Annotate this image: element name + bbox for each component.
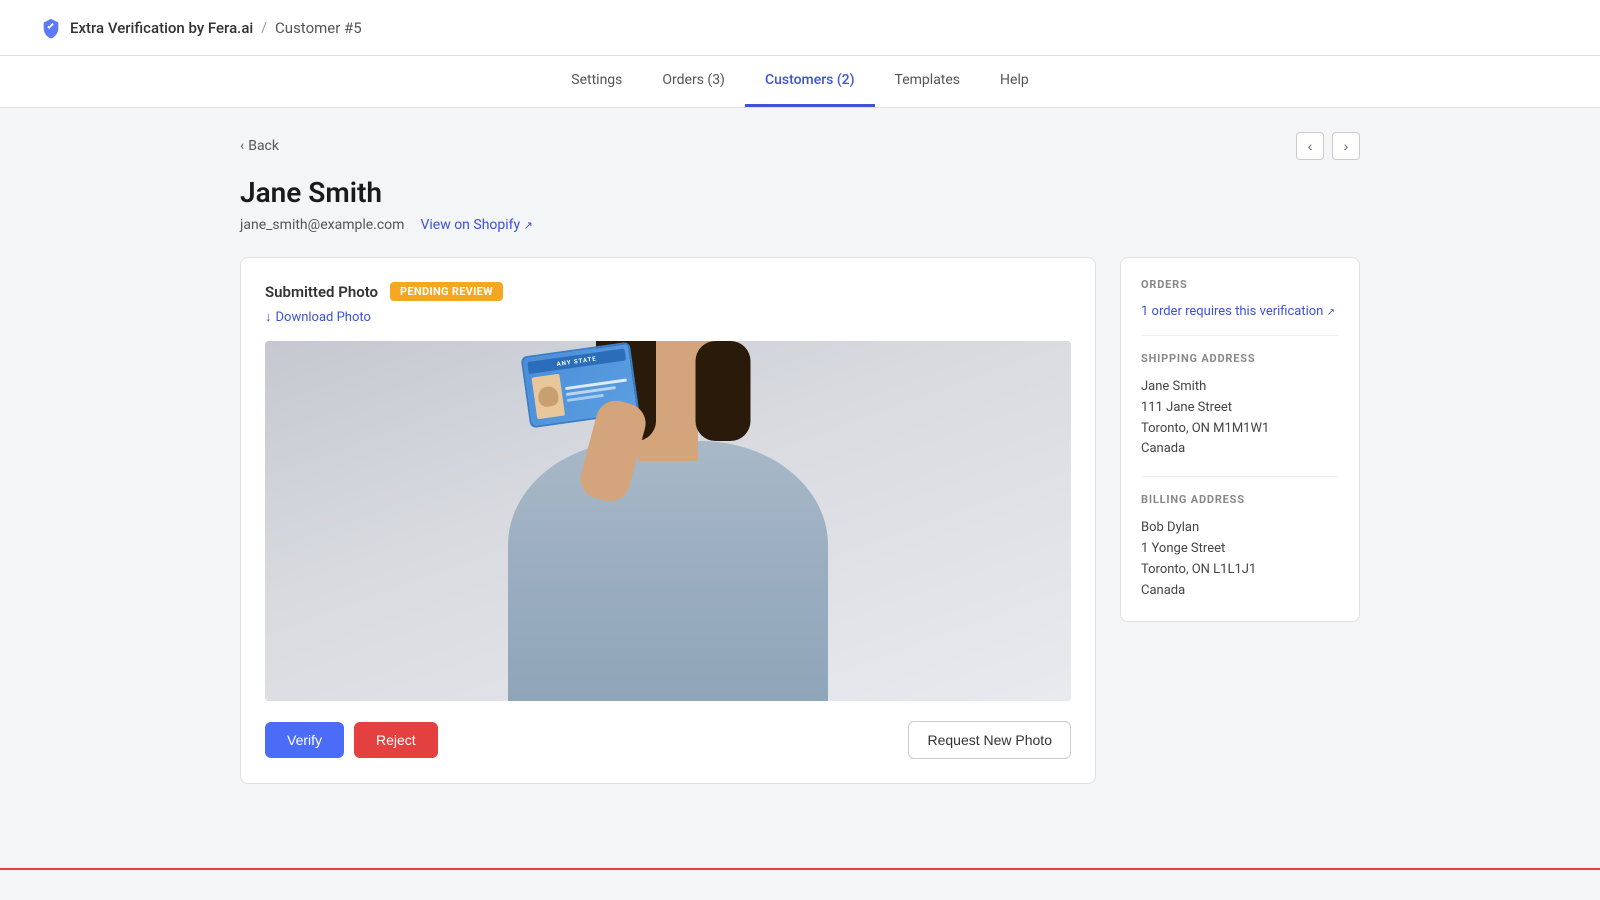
shipping-address: Jane Smith 111 Jane Street Toronto, ON M… bbox=[1141, 377, 1339, 460]
photo-image: ANY STATE bbox=[265, 341, 1071, 701]
external-link-icon: ↗ bbox=[1327, 307, 1335, 318]
view-shopify-link[interactable]: View on Shopify ↗ bbox=[420, 217, 532, 233]
back-label: Back bbox=[248, 138, 279, 154]
shipping-section-title: SHIPPING ADDRESS bbox=[1141, 352, 1339, 365]
brand: Extra Verification by Fera.ai bbox=[40, 17, 253, 39]
shipping-country: Canada bbox=[1141, 439, 1339, 460]
back-nav: ‹ Back ‹ › bbox=[240, 132, 1360, 160]
billing-street: 1 Yonge Street bbox=[1141, 539, 1339, 560]
divider-2 bbox=[1141, 476, 1339, 477]
nav-arrows: ‹ › bbox=[1296, 132, 1360, 160]
footer-bar bbox=[0, 868, 1600, 870]
download-photo-link[interactable]: ↓ Download Photo bbox=[265, 309, 371, 325]
orders-link[interactable]: 1 order requires this verification ↗ bbox=[1141, 304, 1335, 319]
divider-1 bbox=[1141, 335, 1339, 336]
reject-button[interactable]: Reject bbox=[354, 722, 438, 758]
header-customer: Customer #5 bbox=[275, 19, 362, 37]
billing-city-state: Toronto, ON L1L1J1 bbox=[1141, 560, 1339, 581]
billing-name: Bob Dylan bbox=[1141, 518, 1339, 539]
request-new-photo-button[interactable]: Request New Photo bbox=[908, 721, 1071, 759]
photo-header: Submitted Photo Pending Review bbox=[265, 282, 1071, 301]
header: Extra Verification by Fera.ai / Customer… bbox=[0, 0, 1600, 56]
page-title: Jane Smith bbox=[240, 176, 1360, 209]
action-buttons-left: Verify Reject bbox=[265, 722, 438, 758]
billing-section-title: BILLING ADDRESS bbox=[1141, 493, 1339, 506]
content-layout: Submitted Photo Pending Review ↓ Downloa… bbox=[240, 257, 1360, 784]
external-link-icon: ↗ bbox=[524, 219, 533, 232]
photo-title: Submitted Photo bbox=[265, 283, 378, 301]
header-separator: / bbox=[261, 20, 267, 36]
photo-actions: Verify Reject Request New Photo bbox=[265, 721, 1071, 759]
nav-templates[interactable]: Templates bbox=[875, 56, 981, 107]
chevron-left-icon: ‹ bbox=[240, 138, 244, 154]
shipping-city-state: Toronto, ON M1M1W1 bbox=[1141, 419, 1339, 440]
nav-orders[interactable]: Orders (3) bbox=[642, 56, 745, 107]
billing-country: Canada bbox=[1141, 581, 1339, 602]
sidebar: ORDERS 1 order requires this verificatio… bbox=[1120, 257, 1360, 622]
nav-customers[interactable]: Customers (2) bbox=[745, 56, 875, 107]
download-icon: ↓ bbox=[265, 309, 272, 325]
shipping-street: 111 Jane Street bbox=[1141, 398, 1339, 419]
verify-button[interactable]: Verify bbox=[265, 722, 344, 758]
nav-help[interactable]: Help bbox=[980, 56, 1049, 107]
customer-meta: jane_smith@example.com View on Shopify ↗ bbox=[240, 217, 1360, 233]
brand-name: Extra Verification by Fera.ai bbox=[70, 19, 253, 37]
shield-icon bbox=[40, 17, 62, 39]
photo-card: Submitted Photo Pending Review ↓ Downloa… bbox=[240, 257, 1096, 784]
billing-address: Bob Dylan 1 Yonge Street Toronto, ON L1L… bbox=[1141, 518, 1339, 601]
main-content: ‹ Back ‹ › Jane Smith jane_smith@example… bbox=[200, 108, 1400, 808]
next-arrow-button[interactable]: › bbox=[1332, 132, 1360, 160]
main-nav: Settings Orders (3) Customers (2) Templa… bbox=[0, 56, 1600, 108]
sidebar-card: ORDERS 1 order requires this verificatio… bbox=[1120, 257, 1360, 622]
orders-section-title: ORDERS bbox=[1141, 278, 1339, 291]
customer-email: jane_smith@example.com bbox=[240, 217, 404, 233]
status-badge: Pending Review bbox=[390, 282, 503, 301]
shipping-name: Jane Smith bbox=[1141, 377, 1339, 398]
prev-arrow-button[interactable]: ‹ bbox=[1296, 132, 1324, 160]
back-link[interactable]: ‹ Back bbox=[240, 138, 279, 154]
nav-settings[interactable]: Settings bbox=[551, 56, 642, 107]
